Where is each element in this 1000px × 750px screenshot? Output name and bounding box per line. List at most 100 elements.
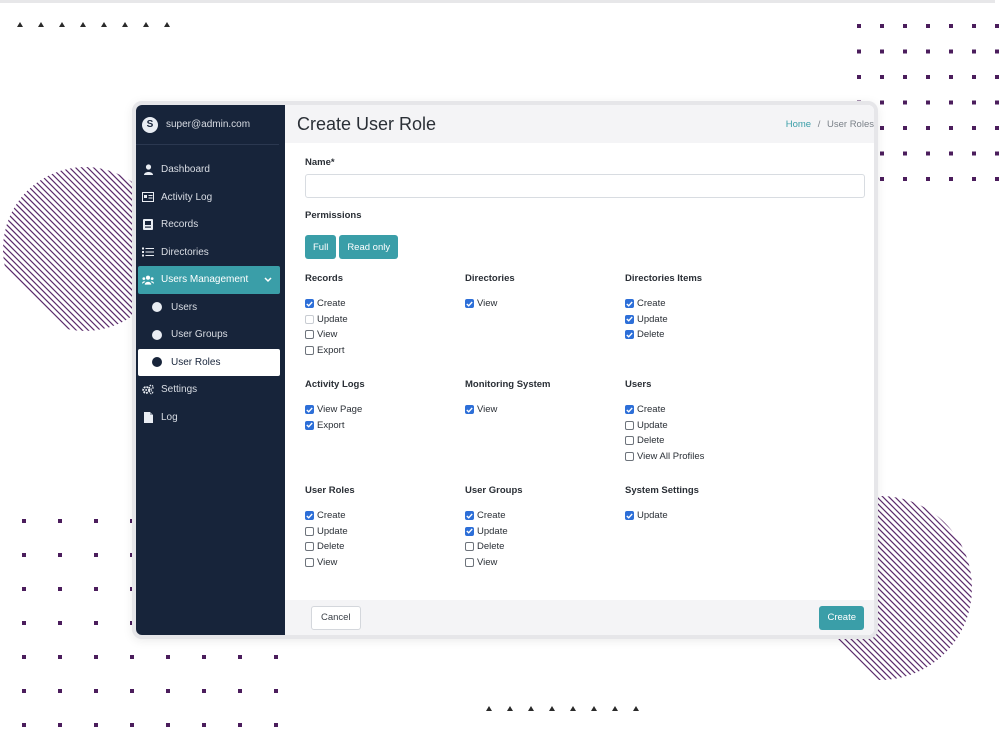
- checkbox-unchecked[interactable]: [305, 330, 314, 340]
- checkbox-unchecked[interactable]: [305, 557, 314, 567]
- record-icon: [142, 219, 154, 231]
- main-content: Create User Role Home / User Roles Name*…: [285, 105, 874, 635]
- checkbox-checked[interactable]: [625, 405, 634, 415]
- checkbox-checked[interactable]: [625, 314, 634, 324]
- permission-checkbox-row[interactable]: Export: [305, 343, 465, 359]
- checkbox-checked[interactable]: [305, 511, 314, 521]
- permission-checkbox-row[interactable]: Update: [625, 312, 785, 328]
- permission-checkbox-row[interactable]: Delete: [625, 327, 785, 343]
- circle-icon: [152, 329, 162, 340]
- checkbox-checked[interactable]: [625, 330, 634, 340]
- sidebar-subitem-users[interactable]: Users: [136, 294, 285, 322]
- permission-checkbox-row[interactable]: View Page: [305, 402, 465, 418]
- permission-checkbox-row[interactable]: Create: [625, 402, 785, 418]
- sidebar-item-settings[interactable]: Settings: [136, 376, 285, 404]
- checkbox-unchecked: [305, 314, 314, 324]
- gears-icon: [142, 384, 154, 395]
- checkbox-checked[interactable]: [465, 299, 474, 309]
- checkbox-checked[interactable]: [465, 526, 474, 536]
- read-only-button[interactable]: Read only: [339, 235, 399, 259]
- sidebar-subitem-user-groups[interactable]: User Groups: [136, 321, 285, 349]
- checkbox-unchecked[interactable]: [625, 451, 634, 461]
- permission-checkbox-row[interactable]: Create: [305, 508, 465, 524]
- permission-checkbox-row[interactable]: Update: [465, 524, 625, 540]
- permission-label: Create: [317, 510, 346, 522]
- sidebar-item-activity-log[interactable]: Activity Log: [136, 184, 285, 212]
- permission-label: View: [317, 556, 338, 568]
- user-icon: [142, 164, 154, 176]
- permission-checkbox-row[interactable]: Create: [465, 508, 625, 524]
- permission-group: System Settings Update: [625, 485, 785, 591]
- checkbox-checked[interactable]: [625, 299, 634, 309]
- list-icon: [142, 247, 154, 258]
- permission-checkbox-row[interactable]: Update: [305, 524, 465, 540]
- cancel-button[interactable]: Cancel: [311, 605, 361, 630]
- checkbox-unchecked[interactable]: [305, 542, 314, 552]
- permission-checkbox-row[interactable]: Create: [625, 296, 785, 312]
- app-window: S super@admin.com Dashboard Activity Log: [132, 101, 878, 639]
- checkbox-unchecked[interactable]: [305, 345, 314, 355]
- permission-label: Update: [317, 525, 348, 537]
- permission-checkbox-row[interactable]: Delete: [305, 539, 465, 555]
- checkbox-checked[interactable]: [305, 420, 314, 430]
- form-footer: Cancel Create: [285, 600, 874, 635]
- users-icon: [142, 274, 154, 285]
- permission-label: View: [477, 298, 498, 310]
- permission-checkbox-row[interactable]: View All Profiles: [625, 449, 785, 465]
- permission-checkbox-row[interactable]: Delete: [465, 539, 625, 555]
- sidebar-item-directories[interactable]: Directories: [136, 239, 285, 267]
- avatar: S: [142, 116, 158, 133]
- sidebar-item-dashboard[interactable]: Dashboard: [136, 156, 285, 184]
- permission-checkbox-row[interactable]: View: [465, 402, 625, 418]
- permission-label: Update: [637, 419, 668, 431]
- circle-icon: [152, 357, 162, 368]
- permission-checkbox-row[interactable]: View: [305, 555, 465, 571]
- sidebar-item-records[interactable]: Records: [136, 211, 285, 239]
- permission-label: View: [317, 329, 338, 341]
- checkbox-checked[interactable]: [305, 299, 314, 309]
- user-email: super@admin.com: [166, 119, 251, 130]
- sidebar-item-log[interactable]: Log: [136, 404, 285, 432]
- checkbox-unchecked[interactable]: [465, 542, 474, 552]
- sidebar-subitem-user-roles[interactable]: User Roles: [138, 348, 280, 376]
- full-button[interactable]: Full: [305, 235, 337, 259]
- permission-checkbox-row[interactable]: Create: [305, 296, 465, 312]
- user-profile[interactable]: S super@admin.com: [136, 105, 279, 145]
- permission-checkbox-row[interactable]: Export: [305, 418, 465, 434]
- checkbox-unchecked[interactable]: [305, 526, 314, 536]
- checkbox-checked[interactable]: [465, 405, 474, 415]
- permission-label: Update: [637, 313, 668, 325]
- breadcrumb-home-link[interactable]: Home: [786, 119, 811, 130]
- sidebar: S super@admin.com Dashboard Activity Log: [136, 105, 285, 635]
- name-input[interactable]: [305, 174, 865, 198]
- permission-checkbox-row[interactable]: View: [305, 327, 465, 343]
- checkbox-unchecked[interactable]: [465, 557, 474, 567]
- permission-group-title: Directories: [465, 273, 515, 284]
- permission-checkbox-row[interactable]: Update: [625, 418, 785, 434]
- checkbox-unchecked[interactable]: [625, 436, 634, 446]
- top-border-line: [0, 0, 995, 3]
- checkbox-checked[interactable]: [465, 511, 474, 521]
- permission-group: User Groups Create Update Delete View: [465, 485, 625, 591]
- sidebar-item-users-management[interactable]: Users Management: [138, 266, 280, 294]
- chevron-down-icon: [264, 275, 272, 286]
- checkbox-checked[interactable]: [625, 511, 634, 521]
- permission-checkbox-row[interactable]: View: [465, 296, 625, 312]
- page-header: Create User Role Home / User Roles: [285, 105, 874, 143]
- permission-group: Activity Logs View Page Export: [305, 379, 465, 485]
- permission-label: View Page: [317, 404, 363, 416]
- name-label: Name*: [305, 157, 335, 168]
- permission-checkbox-row[interactable]: View: [465, 555, 625, 571]
- checkbox-unchecked[interactable]: [625, 420, 634, 430]
- permission-checkbox-row[interactable]: Update: [625, 508, 785, 524]
- permission-group: Monitoring System View: [465, 379, 625, 485]
- permission-group-title: Activity Logs: [305, 379, 365, 390]
- create-button[interactable]: Create: [819, 605, 864, 630]
- sidebar-subitem-label: User Roles: [171, 356, 221, 368]
- permission-label: Export: [317, 419, 345, 431]
- permission-checkbox-row[interactable]: Delete: [625, 433, 785, 449]
- sidebar-item-label: Activity Log: [161, 191, 213, 203]
- breadcrumb: Home / User Roles: [786, 119, 874, 130]
- checkbox-checked[interactable]: [305, 405, 314, 415]
- permission-checkbox-row[interactable]: Update: [305, 312, 465, 328]
